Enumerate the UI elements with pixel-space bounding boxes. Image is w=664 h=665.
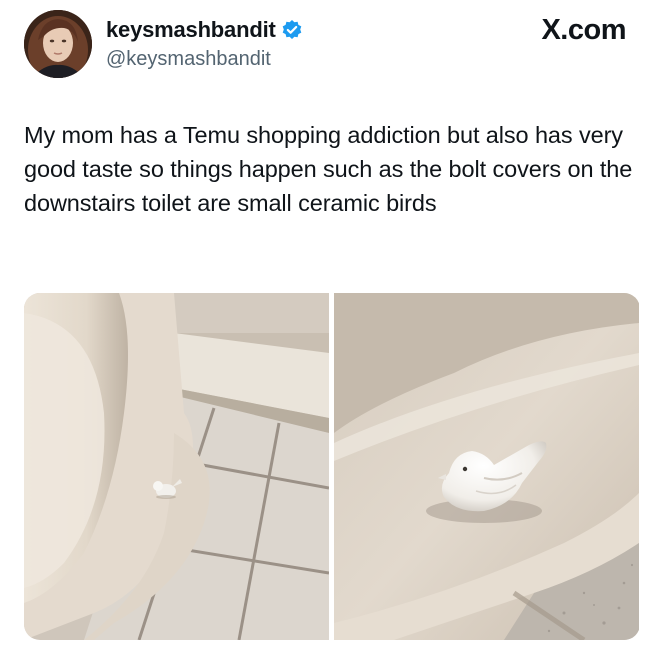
avatar[interactable] — [24, 10, 92, 78]
verified-badge-icon — [281, 19, 303, 41]
site-label: X.com — [541, 14, 626, 46]
photo-bird-closeup[interactable] — [334, 293, 639, 640]
photo-toilet-base[interactable] — [24, 293, 329, 640]
display-name-row[interactable]: keysmashbandit — [106, 17, 303, 43]
media-grid — [24, 293, 640, 640]
tweet-text: My mom has a Temu shopping addiction but… — [24, 122, 633, 216]
display-name[interactable]: keysmashbandit — [106, 17, 276, 43]
toilet-base-with-bird-photo-icon — [24, 293, 329, 640]
profile-photo-icon — [24, 10, 92, 78]
ceramic-bird-closeup-photo-icon — [334, 293, 639, 640]
tweet-card: keysmashbandit @keysmashbandit X.com My … — [0, 0, 664, 665]
user-handle[interactable]: @keysmashbandit — [106, 48, 271, 71]
